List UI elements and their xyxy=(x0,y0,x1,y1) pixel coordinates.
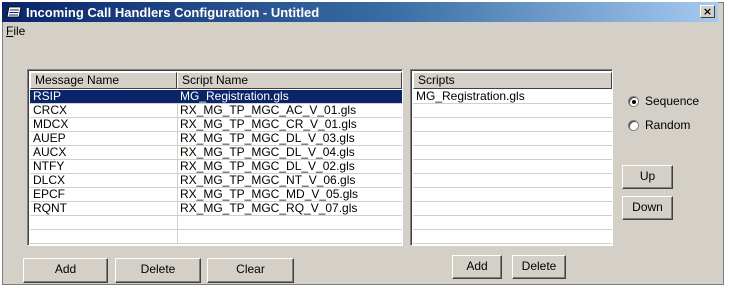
script-list-item[interactable]: MG_Registration.gls xyxy=(413,90,612,103)
table-row[interactable]: RQNT RX_MG_TP_MGC_RQ_V_07.gls xyxy=(30,202,402,215)
table-row[interactable]: DLCX RX_MG_TP_MGC_NT_V_06.gls xyxy=(30,174,402,187)
grid-line xyxy=(413,201,612,202)
grid-line xyxy=(413,103,612,104)
radio-selected-dot xyxy=(632,99,636,104)
radio-sequence-label: Sequence xyxy=(645,94,700,108)
grid-line xyxy=(30,243,402,244)
script-file-cell: MG_Registration.gls xyxy=(416,89,525,103)
script-name-cell: RX_MG_TP_MGC_MD_V_05.gls xyxy=(180,187,359,201)
script-name-cell: RX_MG_TP_MGC_DL_V_02.gls xyxy=(180,159,355,173)
grid-line xyxy=(413,243,612,244)
list-window-icon xyxy=(6,6,22,18)
script-name-cell: RX_MG_TP_MGC_RQ_V_07.gls xyxy=(180,201,358,215)
grid-line xyxy=(413,117,612,118)
radio-sequence[interactable]: Sequence xyxy=(628,94,699,108)
close-icon: × xyxy=(702,5,713,18)
message-name-cell: NTFY xyxy=(33,159,65,173)
scripts-delete-button[interactable]: Delete xyxy=(512,255,566,279)
table-row[interactable]: RSIP MG_Registration.gls xyxy=(30,90,402,103)
column-header-scripts[interactable]: Scripts xyxy=(413,72,612,89)
script-name-cell: RX_MG_TP_MGC_AC_V_01.gls xyxy=(180,103,357,117)
grid-line xyxy=(413,215,612,216)
window-title: Incoming Call Handlers Configuration - U… xyxy=(26,4,320,20)
radio-random-label: Random xyxy=(645,118,691,132)
grid-line xyxy=(413,173,612,174)
script-name-cell: RX_MG_TP_MGC_CR_V_01.gls xyxy=(180,117,357,131)
grid-line xyxy=(30,215,402,216)
column-header-script-name[interactable]: Script Name xyxy=(177,72,402,89)
down-button[interactable]: Down xyxy=(622,196,673,220)
grid-line xyxy=(30,229,402,230)
message-table[interactable]: Message Name Script Name RSIP MG_Registra… xyxy=(27,69,403,246)
table-row[interactable]: NTFY RX_MG_TP_MGC_DL_V_02.gls xyxy=(30,160,402,173)
grid-line xyxy=(413,145,612,146)
script-name-cell: MG_Registration.gls xyxy=(180,89,289,103)
message-name-cell: CRCX xyxy=(33,103,68,117)
up-button[interactable]: Up xyxy=(622,165,673,189)
table-row[interactable]: EPCF RX_MG_TP_MGC_MD_V_05.gls xyxy=(30,188,402,201)
message-name-cell: AUCX xyxy=(33,145,67,159)
script-name-cell: RX_MG_TP_MGC_NT_V_06.gls xyxy=(180,173,356,187)
clear-button[interactable]: Clear xyxy=(207,258,294,283)
script-name-cell: RX_MG_TP_MGC_DL_V_04.gls xyxy=(180,145,355,159)
menu-bar: File xyxy=(6,24,25,40)
grid-line xyxy=(413,159,612,160)
column-header-message-name[interactable]: Message Name xyxy=(30,72,177,89)
menu-file[interactable]: File xyxy=(6,24,25,38)
title-bar[interactable]: Incoming Call Handlers Configuration - U… xyxy=(2,2,718,22)
delete-button[interactable]: Delete xyxy=(115,258,201,283)
add-button[interactable]: Add xyxy=(23,258,108,283)
message-name-cell: MDCX xyxy=(33,117,69,131)
radio-random-circle[interactable] xyxy=(628,119,639,131)
table-row[interactable]: AUEP RX_MG_TP_MGC_DL_V_03.gls xyxy=(30,132,402,145)
grid-line xyxy=(413,229,612,230)
message-name-cell: RSIP xyxy=(33,89,62,103)
radio-random[interactable]: Random xyxy=(628,118,690,132)
script-name-cell: RX_MG_TP_MGC_DL_V_03.gls xyxy=(180,131,355,145)
scripts-add-button[interactable]: Add xyxy=(452,255,502,279)
table-row[interactable]: AUCX RX_MG_TP_MGC_DL_V_04.gls xyxy=(30,146,402,159)
close-button[interactable]: × xyxy=(700,5,715,18)
message-name-cell: EPCF xyxy=(33,187,66,201)
message-name-cell: RQNT xyxy=(33,201,67,215)
radio-sequence-circle[interactable] xyxy=(628,95,639,107)
message-name-cell: DLCX xyxy=(33,173,66,187)
message-name-cell: AUEP xyxy=(33,131,66,145)
table-row[interactable]: MDCX RX_MG_TP_MGC_CR_V_01.gls xyxy=(30,118,402,131)
grid-line xyxy=(413,131,612,132)
scripts-table[interactable]: Scripts MG_Registration.gls xyxy=(410,69,613,246)
table-row[interactable]: CRCX RX_MG_TP_MGC_AC_V_01.gls xyxy=(30,104,402,117)
menu-file-rest: ile xyxy=(13,24,26,38)
grid-line xyxy=(413,187,612,188)
